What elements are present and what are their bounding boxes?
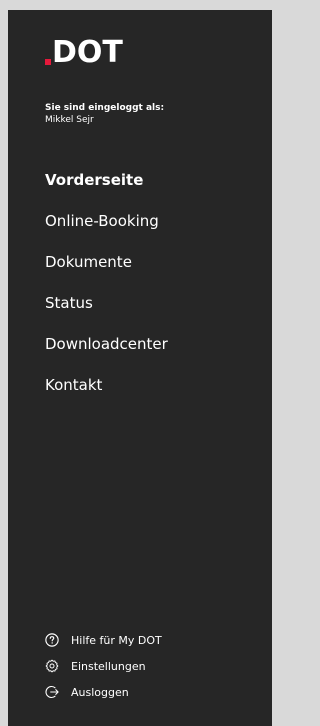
- login-info: Sie sind eingeloggt als: Mikkel Sejr: [45, 102, 164, 126]
- logo-text: DOT: [52, 35, 123, 70]
- logout-link[interactable]: Ausloggen: [45, 684, 162, 700]
- settings-link-label: Einstellungen: [71, 659, 146, 673]
- help-link[interactable]: Hilfe für My DOT: [45, 632, 162, 648]
- gear-icon: [45, 659, 59, 673]
- logged-in-label: Sie sind eingeloggt als:: [45, 103, 165, 113]
- settings-link[interactable]: Einstellungen: [45, 658, 162, 674]
- help-link-label: Hilfe für My DOT: [71, 633, 162, 647]
- nav-item-dokumente[interactable]: Dokumente: [45, 252, 168, 272]
- brand-logo[interactable]: DOT: [45, 36, 123, 68]
- sidebar: DOT Sie sind eingeloggt als: Mikkel Sejr…: [8, 10, 272, 726]
- nav-item-vorderseite[interactable]: Vorderseite: [45, 170, 168, 190]
- logout-link-label: Ausloggen: [71, 685, 129, 699]
- nav-item-online-booking[interactable]: Online-Booking: [45, 211, 168, 231]
- nav-item-status[interactable]: Status: [45, 293, 168, 313]
- nav-item-kontakt[interactable]: Kontakt: [45, 375, 168, 395]
- main-nav: Vorderseite Online-Booking Dokumente Sta…: [45, 170, 168, 416]
- logout-icon: [45, 685, 59, 699]
- user-name: Mikkel Sejr: [45, 115, 94, 125]
- nav-item-downloadcenter[interactable]: Downloadcenter: [45, 334, 168, 354]
- help-icon: [45, 633, 59, 647]
- logo-dot: [45, 59, 51, 65]
- footer-links: Hilfe für My DOT Einstellungen Ausloggen: [45, 632, 162, 710]
